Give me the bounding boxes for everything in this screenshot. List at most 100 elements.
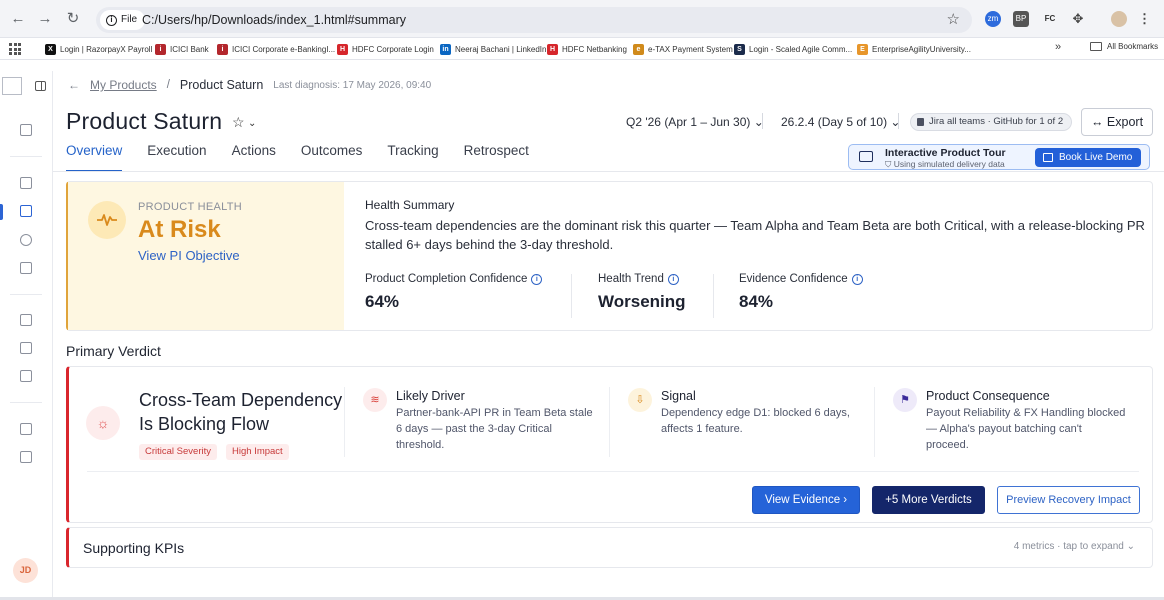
hdfc-favicon-icon: H xyxy=(337,43,348,55)
flag-icon: ⚑ xyxy=(893,388,917,412)
bookmark-enterprise-agility[interactable]: E EnterpriseAgilityUniversity... xyxy=(857,42,971,56)
sidebar-collapse-icon[interactable] xyxy=(35,81,46,91)
tab-retrospect[interactable]: Retrospect xyxy=(464,142,529,172)
hdfc-favicon-icon: H xyxy=(547,43,558,55)
product-consequence-title: Product Consequence xyxy=(926,389,1050,403)
shield-icon: ⛉ xyxy=(885,159,894,169)
view-evidence-button[interactable]: View Evidence › xyxy=(752,486,860,514)
document-icon[interactable] xyxy=(20,314,32,326)
calendar-icon[interactable] xyxy=(20,124,32,136)
column-divider xyxy=(609,387,610,457)
site-info-chip[interactable]: i File xyxy=(100,10,146,30)
breadcrumb-separator: / xyxy=(166,79,170,91)
signal-text: Dependency edge D1: blocked 6 days, affe… xyxy=(661,407,850,435)
tab-actions[interactable]: Actions xyxy=(232,142,276,172)
sidebar-divider xyxy=(10,402,42,403)
checklist-icon[interactable] xyxy=(20,370,32,382)
product-consequence-text: Payout Reliability & FX Handling blocked… xyxy=(926,407,1126,451)
extensions-puzzle-icon[interactable]: ✥ xyxy=(1070,11,1086,27)
bp-extension-icon[interactable]: BP xyxy=(1013,11,1029,27)
metric-divider xyxy=(713,274,714,318)
more-verdicts-button[interactable]: +5 More Verdicts xyxy=(872,486,985,514)
preview-recovery-impact-button[interactable]: Preview Recovery Impact xyxy=(997,486,1140,514)
briefcase-icon[interactable] xyxy=(20,177,32,189)
back-arrow-icon[interactable]: ← xyxy=(68,78,80,92)
sidebar-active-indicator xyxy=(0,204,3,220)
page-title: Product Saturn xyxy=(66,108,223,134)
release-select[interactable]: 26.2.4 (Day 5 of 10) ⌄ xyxy=(781,115,900,129)
address-bar[interactable]: i File C:/Users/hp/Downloads/index_1.htm… xyxy=(96,7,972,33)
export-button[interactable]: ↔ Export xyxy=(1081,108,1153,136)
info-icon[interactable]: i xyxy=(851,273,863,285)
zoom-extension-icon[interactable]: zm xyxy=(985,11,1001,27)
metric-evidence-confidence: Evidence Confidence i 84% xyxy=(739,273,863,312)
reports-icon[interactable] xyxy=(20,262,32,274)
header-divider xyxy=(898,113,899,129)
view-pi-objective-link[interactable]: View PI Objective xyxy=(138,248,240,263)
settings-grid-icon[interactable] xyxy=(20,451,32,463)
browser-toolbar: ← → ↻ i File C:/Users/hp/Downloads/index… xyxy=(0,0,1164,38)
supporting-kpis-card[interactable]: Supporting KPIs 4 metrics · tap to expan… xyxy=(66,527,1153,568)
jira-icon xyxy=(917,118,924,126)
signal-icon: ⇩ xyxy=(628,388,652,412)
list-icon[interactable] xyxy=(20,342,32,354)
bookmark-icici-corporate[interactable]: i ICICI Corporate e-BankingI... xyxy=(217,42,335,56)
info-icon[interactable]: i xyxy=(667,273,679,285)
bookmark-hdfc-netbanking[interactable]: H HDFC Netbanking xyxy=(547,42,627,56)
hierarchy-icon[interactable] xyxy=(20,423,32,435)
bookmark-hdfc-corporate[interactable]: H HDFC Corporate Login xyxy=(337,42,434,56)
all-bookmarks[interactable]: All Bookmarks xyxy=(1090,42,1158,51)
tab-execution[interactable]: Execution xyxy=(147,142,206,172)
linkedin-favicon-icon: in xyxy=(440,43,451,55)
url-text[interactable]: C:/Users/hp/Downloads/index_1.html#summa… xyxy=(142,7,406,33)
product-health-card: PRODUCT HEALTH At Risk View PI Objective… xyxy=(66,181,1153,331)
book-live-demo-button[interactable]: Book Live Demo xyxy=(1035,148,1141,167)
more-bookmarks-chevron-icon[interactable]: » xyxy=(1055,41,1061,53)
tab-outcomes[interactable]: Outcomes xyxy=(301,142,363,172)
verdict-divider xyxy=(87,471,1139,472)
fc-extension-icon[interactable]: FC xyxy=(1041,11,1059,27)
info-icon[interactable]: i xyxy=(531,273,543,285)
last-diagnosis: Last diagnosis: 17 May 2026, 09:40 xyxy=(273,79,432,91)
icici-favicon-icon: i xyxy=(155,43,166,55)
info-icon: i xyxy=(106,14,117,26)
app-logo[interactable] xyxy=(2,77,22,95)
health-summary-title: Health Summary xyxy=(365,198,455,212)
bookmark-scaled-agile[interactable]: S Login - Scaled Agile Comm... xyxy=(734,42,852,56)
data-sources-chip[interactable]: Jira all teams · GitHub for 1 of 2 xyxy=(910,113,1073,131)
impact-tag: High Impact xyxy=(226,444,289,460)
browser-menu-icon[interactable]: ⋮ xyxy=(1138,11,1151,27)
metric-value: 84% xyxy=(739,292,774,311)
chevron-down-icon[interactable]: ⌄ xyxy=(1124,541,1135,552)
tab-overview[interactable]: Overview xyxy=(66,142,123,172)
favorite-star-icon[interactable]: ☆ xyxy=(232,114,245,131)
profile-avatar-icon[interactable] xyxy=(1111,11,1127,27)
breadcrumb-my-products[interactable]: My Products xyxy=(90,78,157,92)
severity-tag: Critical Severity xyxy=(139,444,217,460)
bookmark-razorpay[interactable]: X Login | RazorpayX Payroll xyxy=(45,42,152,56)
metric-health-trend: Health Trend i Worsening xyxy=(598,273,686,311)
bookmark-linkedin[interactable]: in Neeraj Bachani | LinkedIn xyxy=(440,42,546,56)
user-avatar[interactable]: JD xyxy=(13,558,38,583)
monitor-icon xyxy=(859,151,873,162)
signal-title: Signal xyxy=(661,389,696,403)
tab-tracking[interactable]: Tracking xyxy=(387,142,438,172)
icici-favicon-icon: i xyxy=(217,43,228,55)
quarter-select[interactable]: Q2 '26 (Apr 1 – Jun 30) ⌄ xyxy=(626,115,764,129)
calendar-icon xyxy=(1043,153,1053,162)
bookmark-icici[interactable]: i ICICI Bank xyxy=(155,42,209,56)
forward-arrow-icon[interactable]: → xyxy=(36,10,54,28)
products-cube-icon[interactable] xyxy=(20,205,32,217)
etax-favicon-icon: e xyxy=(633,43,644,55)
reload-icon[interactable]: ↻ xyxy=(64,10,82,28)
column-divider xyxy=(344,387,345,457)
teams-icon[interactable] xyxy=(20,234,32,246)
breadcrumb: ← My Products / Product Saturn Last diag… xyxy=(68,78,431,92)
apps-grid-icon[interactable] xyxy=(9,43,21,55)
chevron-down-icon[interactable]: ⌄ xyxy=(248,118,256,129)
back-arrow-icon[interactable]: ← xyxy=(9,10,27,28)
bookmark-etax[interactable]: e e-TAX Payment System xyxy=(633,42,733,56)
warning-sun-icon: ☼ xyxy=(86,406,120,440)
bookmark-star-icon[interactable]: ☆ xyxy=(947,10,960,28)
metric-value: 64% xyxy=(365,292,400,311)
